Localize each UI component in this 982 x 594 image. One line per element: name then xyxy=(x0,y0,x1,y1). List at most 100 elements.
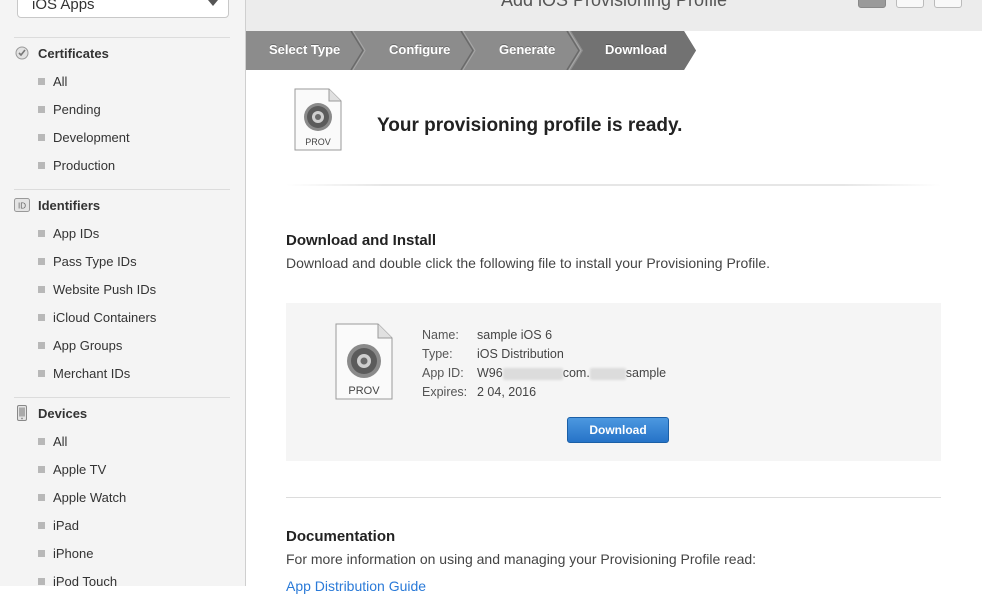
certificate-icon xyxy=(14,45,30,61)
sidebar-item-label: All xyxy=(53,433,68,449)
edit-button[interactable] xyxy=(896,0,924,8)
bullet xyxy=(38,341,45,349)
documentation-heading: Documentation xyxy=(286,528,396,545)
section-devices[interactable]: Devices xyxy=(14,403,87,423)
sidebar-item-label: iCloud Containers xyxy=(53,309,157,325)
sidebar-item-label: App IDs xyxy=(53,225,100,241)
bullet xyxy=(38,313,45,321)
chevron-down-icon xyxy=(208,0,218,6)
sidebar-item-label: iPhone xyxy=(53,545,94,561)
section-title: Certificates xyxy=(38,45,109,61)
sidebar-item-apple-watch[interactable]: Apple Watch xyxy=(38,488,126,506)
appid-label: App ID: xyxy=(422,366,464,380)
profile-file-icon[interactable]: PROV xyxy=(334,323,394,406)
sidebar-item-merchant-ids[interactable]: Merchant IDs xyxy=(38,364,130,382)
page-header: Add iOS Provisioning Profile xyxy=(246,0,982,32)
bullet xyxy=(38,577,45,585)
search-button[interactable] xyxy=(934,0,962,8)
download-install-description: Download and double click the following … xyxy=(286,255,771,271)
sidebar-item-label: Pending xyxy=(53,101,101,117)
download-install-heading: Download and Install xyxy=(286,232,437,249)
success-message: Your provisioning profile is ready. xyxy=(377,115,683,136)
step-select-type: Select Type xyxy=(269,42,341,57)
sidebar-item-label: All xyxy=(53,73,68,89)
sidebar-item-label: Apple Watch xyxy=(53,489,127,505)
section-title: Identifiers xyxy=(38,197,101,213)
id-badge-icon: ID xyxy=(14,197,30,213)
redacted-text xyxy=(589,367,626,380)
sidebar: iOS Apps Certificates All Pending Develo… xyxy=(0,0,246,586)
sidebar-item-label: App Groups xyxy=(53,337,123,353)
expires-value: 2 04, 2016 xyxy=(477,385,537,399)
platform-select[interactable]: iOS Apps xyxy=(17,0,229,18)
profile-appid-row: App ID: W96 com. sample xyxy=(422,366,666,382)
sidebar-item-app-groups[interactable]: App Groups xyxy=(38,336,122,354)
step-indicator: Select Type Configure Generate Download xyxy=(246,31,982,70)
appid-middle: com. xyxy=(562,366,590,380)
step-configure: Configure xyxy=(389,42,451,57)
section-certificates[interactable]: Certificates xyxy=(14,43,109,63)
sidebar-item-label: Development xyxy=(53,129,130,145)
profile-expires-row: Expires: 2 04, 2016 xyxy=(422,385,536,401)
divider xyxy=(286,184,941,186)
sidebar-item-ipad[interactable]: iPad xyxy=(38,516,79,534)
sidebar-item-ipod-touch[interactable]: iPod Touch xyxy=(38,572,117,586)
sidebar-item-label: Website Push IDs xyxy=(53,281,157,297)
sidebar-item-certificates-all[interactable]: All xyxy=(38,72,67,90)
bullet xyxy=(38,465,45,473)
sidebar-divider xyxy=(14,189,230,190)
sidebar-item-label: iPad xyxy=(53,517,80,533)
sidebar-divider xyxy=(14,37,230,38)
bullet xyxy=(38,105,45,113)
sidebar-item-icloud-containers[interactable]: iCloud Containers xyxy=(38,308,156,326)
name-label: Name: xyxy=(422,328,459,342)
download-button[interactable]: Download xyxy=(567,417,669,443)
sidebar-item-app-ids[interactable]: App IDs xyxy=(38,224,99,242)
add-button[interactable] xyxy=(858,0,886,8)
sidebar-divider xyxy=(14,397,230,398)
sidebar-item-label: iPod Touch xyxy=(53,573,118,587)
device-icon xyxy=(14,405,30,421)
step-generate: Generate xyxy=(499,42,556,57)
sidebar-item-label: Production xyxy=(53,157,116,173)
sidebar-item-development[interactable]: Development xyxy=(38,128,130,146)
appid-prefix: W96 xyxy=(477,366,503,380)
bullet xyxy=(38,77,45,85)
sidebar-item-devices-all[interactable]: All xyxy=(38,432,67,450)
provisioning-file-icon: PROV xyxy=(293,88,343,157)
type-value: iOS Distribution xyxy=(477,347,564,361)
section-identifiers[interactable]: ID Identifiers xyxy=(14,195,100,215)
bullet xyxy=(38,285,45,293)
sidebar-item-pending[interactable]: Pending xyxy=(38,100,101,118)
type-label: Type: xyxy=(422,347,453,361)
sidebar-item-iphone[interactable]: iPhone xyxy=(38,544,93,562)
bullet xyxy=(38,549,45,557)
sidebar-item-production[interactable]: Production xyxy=(38,156,115,174)
svg-text:PROV: PROV xyxy=(348,385,380,397)
bullet xyxy=(38,369,45,377)
app-distribution-guide-link[interactable]: App Distribution Guide xyxy=(286,578,426,594)
sidebar-item-label: Apple TV xyxy=(53,461,107,477)
bullet xyxy=(38,161,45,169)
bullet xyxy=(38,257,45,265)
step-download: Download xyxy=(605,42,668,57)
sidebar-item-label: Merchant IDs xyxy=(53,365,131,381)
sidebar-item-apple-tv[interactable]: Apple TV xyxy=(38,460,106,478)
sidebar-item-website-push-ids[interactable]: Website Push IDs xyxy=(38,280,156,298)
sidebar-item-label: Pass Type IDs xyxy=(53,253,137,269)
svg-text:ID: ID xyxy=(18,202,26,211)
bullet xyxy=(38,437,45,445)
expires-label: Expires: xyxy=(422,385,468,399)
appid-suffix: sample xyxy=(625,366,667,380)
name-value: sample iOS 6 xyxy=(477,328,553,342)
bullet xyxy=(38,521,45,529)
section-title: Devices xyxy=(38,405,88,421)
documentation-description: For more information on using and managi… xyxy=(286,551,757,567)
svg-text:PROV: PROV xyxy=(305,137,331,147)
sidebar-item-pass-type-ids[interactable]: Pass Type IDs xyxy=(38,252,137,270)
bullet xyxy=(38,133,45,141)
redacted-text xyxy=(502,367,563,380)
divider xyxy=(286,497,941,498)
profile-type-row: Type: iOS Distribution xyxy=(422,347,564,363)
bullet xyxy=(38,229,45,237)
